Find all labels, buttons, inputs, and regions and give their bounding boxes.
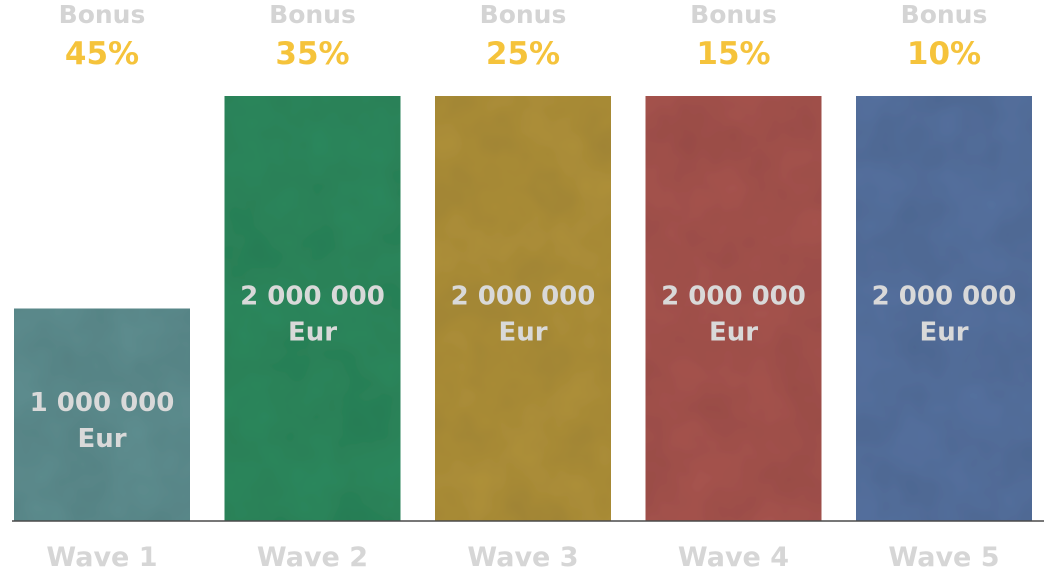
- bonus-word-label: Bonus: [269, 0, 356, 29]
- wave-category-label: Wave 4: [678, 542, 789, 567]
- bonus-percent-label: 45%: [65, 36, 139, 72]
- bonus-word-label: Bonus: [480, 0, 567, 29]
- bar-value-label: 2 000 000: [661, 282, 806, 312]
- bonus-word-label: Bonus: [901, 0, 988, 29]
- wave-category-label: Wave 1: [46, 542, 157, 567]
- bonus-percent-label: 25%: [486, 36, 560, 72]
- bar-value-label: 2 000 000: [451, 282, 596, 312]
- wave-category-label: Wave 2: [257, 542, 368, 567]
- bonus-percent-label: 35%: [275, 36, 349, 72]
- bar-unit-label: Eur: [288, 318, 337, 348]
- bar-value-label: 1 000 000: [30, 388, 175, 418]
- wave-category-label: Wave 3: [467, 542, 578, 567]
- bonus-word-label: Bonus: [59, 0, 146, 29]
- bonus-word-label: Bonus: [690, 0, 777, 29]
- bar-unit-label: Eur: [709, 318, 758, 348]
- bar-unit-label: Eur: [77, 424, 126, 454]
- bar-value-label: 2 000 000: [240, 282, 385, 312]
- wave-category-label: Wave 5: [888, 542, 999, 567]
- bonus-waves-chart: 1 000 000 Eur Bonus 45% Wave 1 2 000 000 Eur Bo…: [12, 0, 1044, 567]
- bar-unit-label: Eur: [919, 318, 968, 348]
- bar-value-label: 2 000 000: [872, 282, 1017, 312]
- bonus-percent-label: 15%: [696, 36, 770, 72]
- bar-unit-label: Eur: [498, 318, 547, 348]
- bonus-percent-label: 10%: [907, 36, 981, 72]
